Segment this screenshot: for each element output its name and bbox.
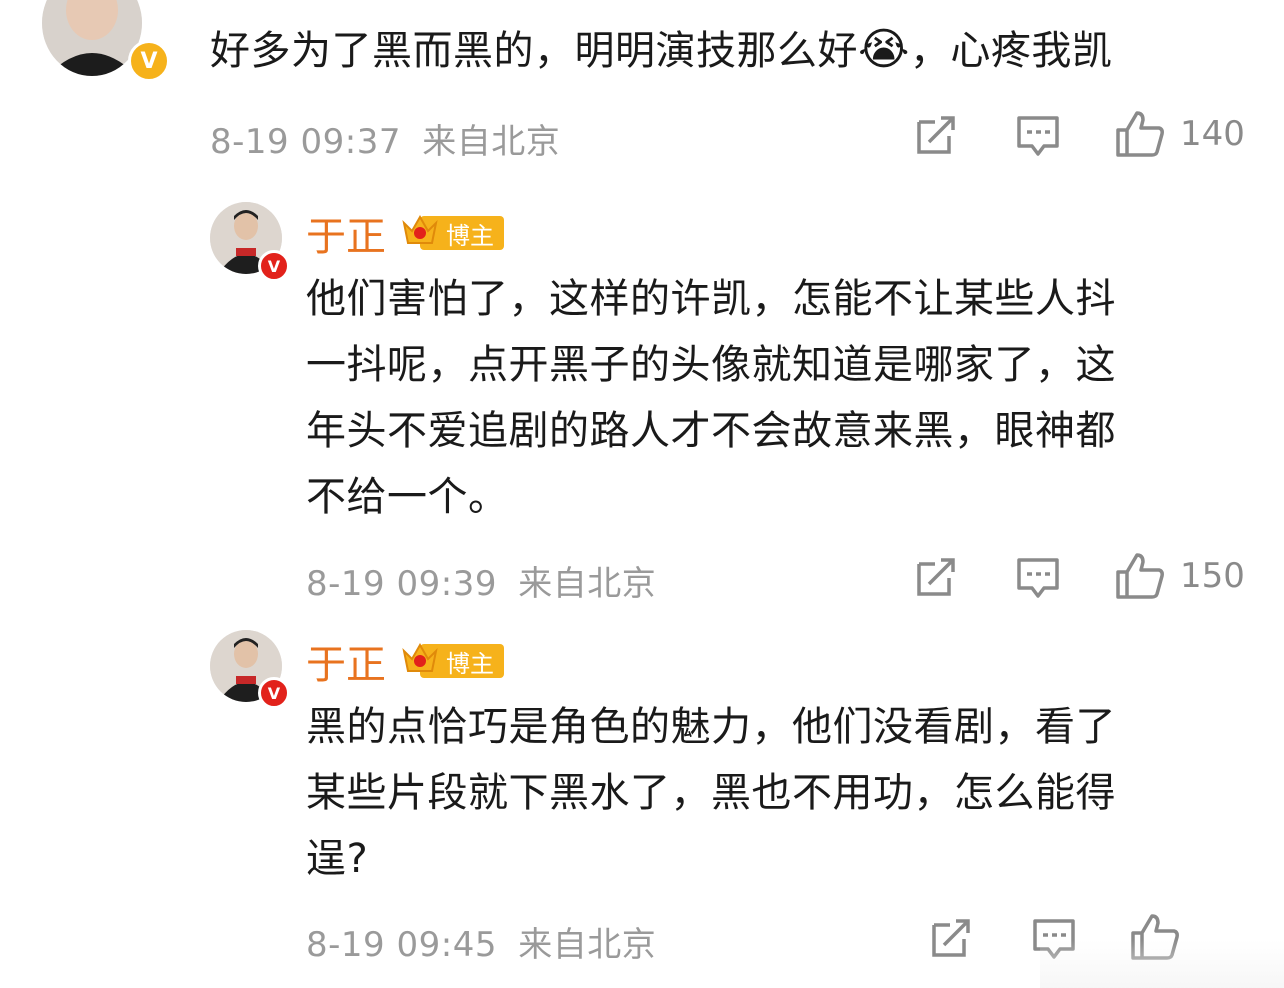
reply-location: 来自北京 bbox=[518, 564, 657, 604]
avatar[interactable] bbox=[42, 0, 142, 76]
crown-icon bbox=[400, 639, 440, 683]
blogger-tag: 博主 bbox=[400, 640, 504, 682]
reply-line: 某些片段就下黑水了，黑也不用功，怎么能得 bbox=[306, 770, 1116, 816]
verified-badge-icon: V bbox=[128, 40, 170, 82]
comment-location: 来自北京 bbox=[422, 122, 561, 162]
verified-badge-icon: V bbox=[258, 677, 290, 709]
reply-line: 逞? bbox=[306, 836, 369, 882]
reply-author-row: 于正 博主 bbox=[306, 204, 504, 262]
share-icon[interactable] bbox=[915, 114, 957, 156]
reply-text: 黑的点恰巧是角色的魅力，他们没看剧，看了 某些片段就下黑水了，黑也不用功，怎么能… bbox=[306, 694, 1116, 892]
reply-author-row: 于正 博主 bbox=[306, 632, 504, 690]
reply-time: 8-19 09:39 bbox=[306, 564, 497, 604]
comment-icon[interactable] bbox=[1016, 114, 1060, 158]
reply-meta: 8-19 09:45 来自北京 bbox=[306, 917, 656, 966]
reply-author-name[interactable]: 于正 bbox=[306, 632, 386, 690]
like-icon[interactable] bbox=[1115, 552, 1165, 600]
comment-text-tail: ，心疼我凯 bbox=[909, 28, 1113, 74]
like-count: 150 bbox=[1180, 556, 1245, 596]
comment-icon[interactable] bbox=[1016, 556, 1060, 600]
reply-line: 年头不爱追剧的路人才不会故意来黑，眼神都 bbox=[306, 408, 1116, 454]
comment-meta: 8-19 09:37 来自北京 bbox=[210, 114, 560, 163]
share-icon[interactable] bbox=[930, 917, 972, 959]
reply-line: 他们害怕了，这样的许凯，怎能不让某些人抖 bbox=[306, 276, 1116, 322]
share-icon[interactable] bbox=[915, 556, 957, 598]
like-count: 140 bbox=[1180, 114, 1245, 154]
blogger-tag: 博主 bbox=[400, 212, 504, 254]
like-icon[interactable] bbox=[1115, 110, 1165, 158]
reply-line: 一抖呢，点开黑子的头像就知道是哪家了，这 bbox=[306, 342, 1116, 388]
comment-text: 好多为了黑而黑的，明明演技那么好😭，心疼我凯 bbox=[210, 17, 1112, 84]
verified-badge-icon: V bbox=[258, 250, 290, 282]
reply-author-name[interactable]: 于正 bbox=[306, 204, 386, 262]
reply-text: 他们害怕了，这样的许凯，怎能不让某些人抖 一抖呢，点开黑子的头像就知道是哪家了，… bbox=[306, 266, 1116, 530]
reply-meta: 8-19 09:39 来自北京 bbox=[306, 556, 656, 605]
crying-emoji-icon: 😭 bbox=[858, 24, 910, 75]
reply-line: 黑的点恰巧是角色的魅力，他们没看剧，看了 bbox=[306, 704, 1116, 750]
bottom-fade-overlay bbox=[1040, 940, 1284, 988]
reply-time: 8-19 09:45 bbox=[306, 925, 497, 965]
reply-line: 不给一个。 bbox=[306, 474, 509, 520]
comment-time: 8-19 09:37 bbox=[210, 122, 401, 162]
comment-text-main: 好多为了黑而黑的，明明演技那么好 bbox=[210, 28, 858, 74]
reply-location: 来自北京 bbox=[518, 925, 657, 965]
crown-icon bbox=[400, 211, 440, 255]
